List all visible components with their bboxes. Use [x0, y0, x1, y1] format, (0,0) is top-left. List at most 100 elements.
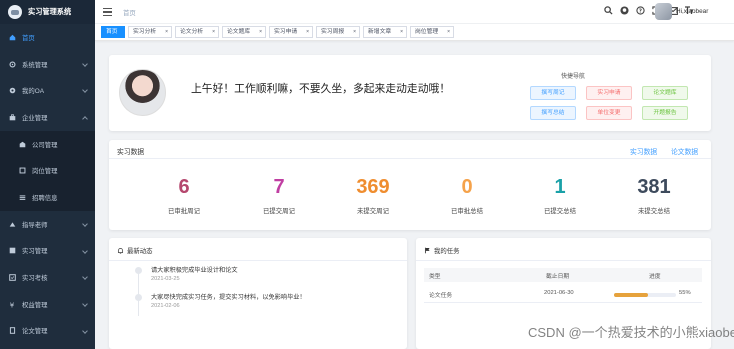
tag-internship-apply[interactable]: 实习申请 ×	[269, 26, 313, 38]
tag-label: 实习分析	[133, 29, 157, 35]
tag-label: 实习申请	[274, 29, 298, 35]
close-icon[interactable]: ×	[447, 27, 450, 37]
stat-value: 6	[178, 176, 190, 198]
sidebar-item-label: 我的OA	[22, 88, 45, 96]
sidebar-item-internship[interactable]: 实习管理	[0, 238, 95, 265]
timeline-dot	[135, 267, 142, 274]
quick-write-weekly-button[interactable]: 撰写周记	[530, 86, 576, 100]
task-type: 论文任务	[429, 293, 453, 299]
sidebar-item-company[interactable]: 公司管理	[0, 130, 95, 158]
close-icon[interactable]: ×	[353, 27, 356, 37]
sidebar-item-label: 系统管理	[22, 61, 48, 69]
home-icon	[9, 34, 16, 41]
quick-unit-change-button[interactable]: 单位变更	[586, 106, 632, 120]
stat-approved-weekly[interactable]: 6 已审批周记	[139, 176, 229, 215]
tag-label: 实习周报	[321, 29, 345, 35]
sidebar-item-label: 论文管理	[22, 328, 48, 336]
tag-home[interactable]: 首页	[101, 26, 125, 38]
tag-new-article[interactable]: 新增文章 ×	[363, 26, 407, 38]
close-icon[interactable]: ×	[212, 27, 215, 37]
news-item-text[interactable]: 请大家积极完成毕业设计和论文	[151, 265, 238, 274]
sidebar-item-system[interactable]: 系统管理	[0, 51, 95, 78]
tag-paper-analysis[interactable]: 论文分析 ×	[175, 26, 219, 38]
close-icon[interactable]: ×	[165, 27, 168, 37]
search-icon[interactable]	[603, 5, 614, 16]
tag-weekly-report[interactable]: 实习周报 ×	[316, 26, 360, 38]
stat-label: 已提交总结	[544, 208, 576, 215]
quick-proposal-report-button[interactable]: 开题报告	[642, 106, 688, 120]
sidebar-item-recruit[interactable]: 招聘信息	[0, 184, 95, 211]
stat-unsubmitted-summary[interactable]: 381 未提交总结	[609, 176, 699, 215]
sidebar-item-teacher[interactable]: 指导老师	[0, 211, 95, 238]
sidebar-item-label: 招聘信息	[32, 194, 58, 202]
greeting-text: 上午好！工作顺利嘛，不要久坐，多起来走动走动哦！	[191, 83, 451, 95]
sidebar-item-label: 实习管理	[22, 248, 48, 256]
tag-label: 新增文章	[368, 29, 392, 35]
quick-paper-bank-button[interactable]: 论文题库	[642, 86, 688, 100]
tags-view: 首页 实习分析 × 论文分析 × 论文题库 × 实习申请 × 实习周报 × 新增文章 × 岗…	[95, 24, 734, 41]
welcome-card: 上午好！工作顺利嘛，不要久坐，多起来走动走动哦！ 快捷导航 撰写周记 实习申请 …	[109, 55, 711, 131]
sidebar-item-label: 公司管理	[32, 141, 58, 149]
stat-value: 0	[461, 176, 473, 198]
stats-card: 实习数据 实习数据 论文数据 6 已审批周记 7 已提交周记 369 未提交周记 0 已…	[109, 140, 711, 230]
chevron-down-icon	[82, 220, 88, 227]
timeline-line	[138, 268, 139, 316]
logo-icon	[8, 5, 22, 19]
stats-title: 实习数据	[117, 149, 145, 156]
stat-value: 381	[637, 176, 671, 198]
chevron-down-icon	[82, 274, 88, 281]
close-icon[interactable]: ×	[400, 27, 403, 37]
internship-data-link[interactable]: 实习数据	[630, 146, 657, 156]
sidebar-item-home[interactable]: 首页	[0, 24, 95, 51]
close-icon[interactable]: ×	[306, 27, 309, 37]
divider	[109, 158, 711, 159]
sidebar-item-oa[interactable]: 我的OA	[0, 77, 95, 104]
tag-paper-bank[interactable]: 论文题库 ×	[222, 26, 266, 38]
sidebar-item-label: 首页	[22, 34, 35, 42]
table-row[interactable]: 论文任务 2021-06-30 55%	[424, 287, 702, 303]
sidebar-item-label: 权益管理	[22, 301, 48, 309]
sidebar-item-position[interactable]: 岗位管理	[0, 157, 95, 185]
tag-position-manage[interactable]: 岗位管理 ×	[410, 26, 454, 38]
sidebar-item-rights[interactable]: ¥ 权益管理	[0, 291, 95, 318]
stat-value: 1	[554, 176, 566, 198]
sidebar-item-paper[interactable]: 论文管理	[0, 318, 95, 345]
divider	[416, 260, 711, 261]
tag-internship-analysis[interactable]: 实习分析 ×	[128, 26, 172, 38]
stat-label: 已审批总结	[451, 208, 483, 215]
timeline-dot	[135, 294, 142, 301]
internship-icon	[9, 248, 16, 254]
chevron-up-icon	[82, 116, 88, 122]
brand[interactable]: 实习管理系统	[0, 0, 95, 24]
progress-label: 55%	[679, 290, 691, 296]
navbar: 首页 ? Hi,xiaobear	[95, 0, 734, 24]
profile-avatar	[119, 69, 166, 116]
user-avatar[interactable]	[655, 3, 672, 20]
github-icon[interactable]	[619, 5, 630, 16]
stat-submitted-weekly[interactable]: 7 已提交周记	[234, 176, 324, 215]
quick-internship-apply-button[interactable]: 实习申请	[586, 86, 632, 100]
column-header: 进度	[649, 274, 661, 280]
help-icon[interactable]: ?	[635, 5, 646, 16]
quick-write-summary-button[interactable]: 撰写总结	[530, 106, 576, 120]
breadcrumb[interactable]: 首页	[123, 8, 136, 17]
tasks-table-header: 类型 截止日期 进度	[424, 268, 702, 282]
hamburger-icon[interactable]	[103, 8, 112, 16]
teacher-icon	[9, 222, 16, 227]
tag-label: 岗位管理	[415, 29, 439, 35]
paper-data-link[interactable]: 论文数据	[671, 146, 698, 156]
close-icon[interactable]: ×	[259, 27, 262, 37]
stat-label: 已审批周记	[168, 208, 200, 215]
column-header: 截止日期	[546, 274, 570, 280]
sidebar-item-enterprise[interactable]: 企业管理	[0, 104, 95, 131]
stat-submitted-summary[interactable]: 1 已提交总结	[515, 176, 605, 215]
news-item-text[interactable]: 大家尽快完成实习任务，提交实习材料，以免影响毕业！	[151, 292, 306, 301]
stat-approved-summary[interactable]: 0 已审批总结	[422, 176, 512, 215]
chevron-down-icon	[82, 247, 88, 254]
stat-label: 已提交周记	[263, 208, 295, 215]
user-name[interactable]: Hi,xiaobear	[676, 8, 708, 15]
sidebar-item-assessment[interactable]: 实习考核	[0, 264, 95, 291]
sidebar-item-label: 企业管理	[22, 114, 48, 122]
stat-unsubmitted-weekly[interactable]: 369 未提交周记	[328, 176, 418, 215]
briefcase-icon	[9, 114, 16, 121]
